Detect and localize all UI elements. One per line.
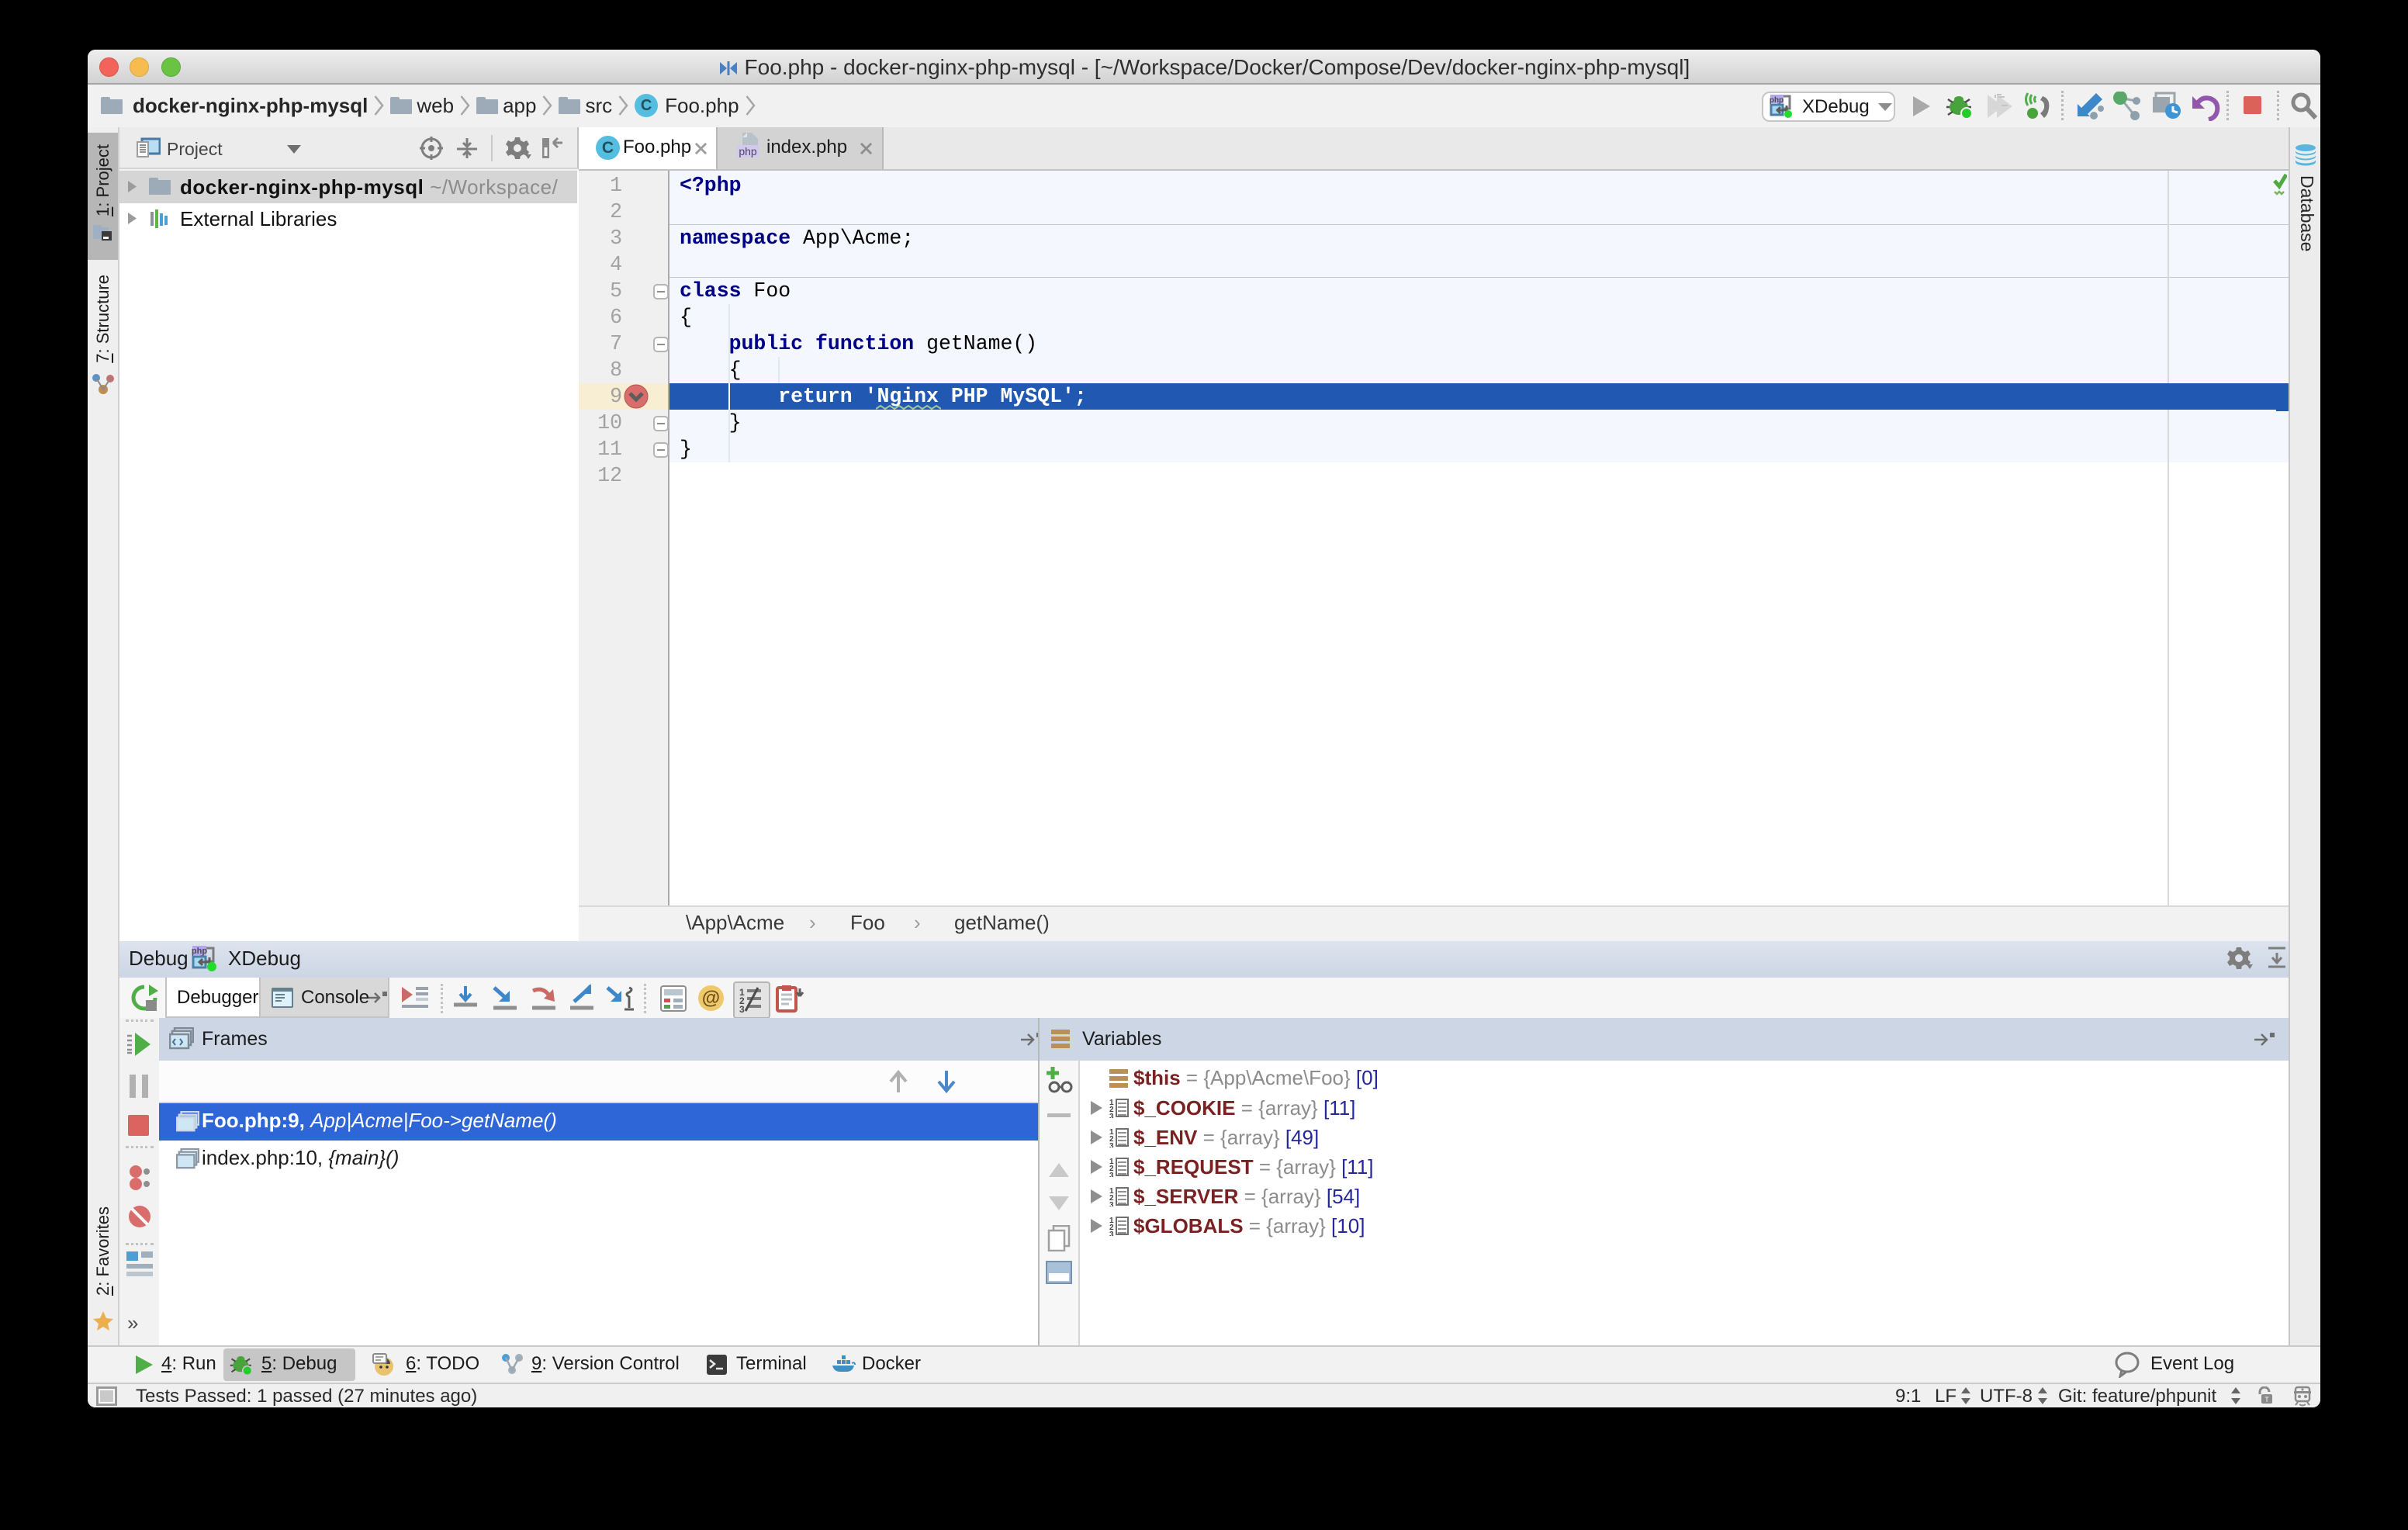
svg-text:php: php [192, 947, 207, 956]
svg-text:3: 3 [1109, 1113, 1114, 1118]
svg-text:3: 3 [1109, 1142, 1114, 1148]
svg-text:3: 3 [1109, 1201, 1114, 1206]
svg-text:php: php [1770, 96, 1784, 105]
svg-text:T: T [2264, 1396, 2269, 1404]
svg-text:3: 3 [739, 1004, 745, 1012]
svg-text:3: 3 [1109, 1172, 1114, 1177]
svg-text:php: php [739, 145, 757, 158]
svg-text:3: 3 [1109, 1231, 1114, 1236]
